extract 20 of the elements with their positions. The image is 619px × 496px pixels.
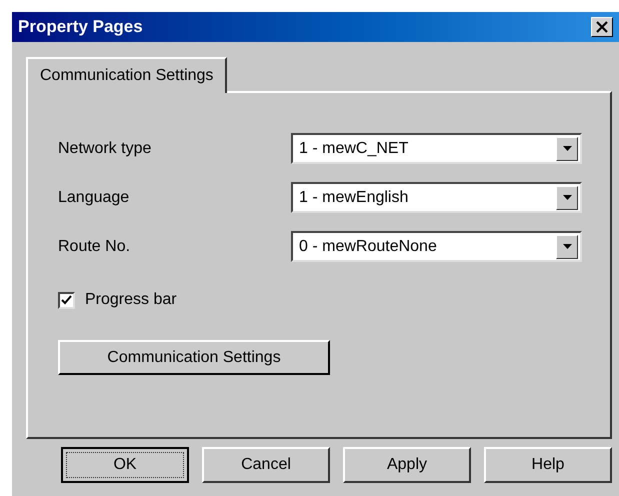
- dropdown[interactable]: 0 - mewRouteNone: [291, 231, 582, 262]
- dialog-button[interactable]: Help: [484, 447, 612, 483]
- dropdown[interactable]: 1 - mewC_NET: [291, 133, 582, 164]
- tab[interactable]: Communication Settings: [26, 57, 228, 93]
- window-title: Property Pages: [18, 16, 143, 38]
- field-label: Network type: [58, 138, 152, 158]
- dropdown-arrow-icon: [562, 195, 572, 200]
- checkbox[interactable]: [58, 292, 75, 308]
- dialog-button[interactable]: Cancel: [202, 447, 330, 483]
- dialog-button[interactable]: Apply: [343, 447, 471, 483]
- dropdown-arrow-icon: [562, 146, 572, 151]
- communication-settings-button[interactable]: Communication Settings: [58, 340, 330, 375]
- dialog-button[interactable]: OK: [61, 447, 189, 483]
- field-label: Language: [58, 188, 130, 208]
- close-icon: [596, 21, 608, 33]
- field-label: Route No.: [58, 236, 130, 256]
- dropdown[interactable]: 1 - mewEnglish: [291, 182, 582, 213]
- close-button[interactable]: [591, 17, 613, 37]
- checkbox-label: Progress bar: [85, 290, 177, 310]
- dropdown-arrow-icon: [562, 244, 572, 249]
